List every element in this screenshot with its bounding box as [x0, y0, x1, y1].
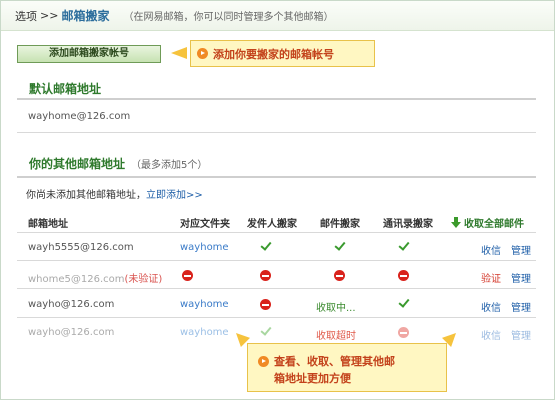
receive-mail-link[interactable]: 收信 [481, 327, 501, 342]
row-folder-link[interactable]: wayhome [180, 242, 229, 253]
row-address: whome5@126.com(未验证) [28, 270, 162, 285]
add-mailbox-account-button[interactable]: 添加邮箱搬家帐号 [17, 45, 161, 63]
breadcrumb-options-link[interactable]: 选项 [15, 8, 37, 24]
row-address: wayho@126.com [28, 327, 115, 338]
row-address: wayho@126.com [28, 299, 115, 310]
tip-callout-manage: 查看、收取、管理其他邮 箱地址更加方便 [247, 343, 447, 392]
check-icon [260, 326, 272, 339]
row-folder-link[interactable]: wayhome [180, 299, 229, 310]
fetch-all-mail-button[interactable]: 收取全部邮件 [451, 215, 524, 230]
default-address-heading: 默认邮箱地址 [29, 82, 102, 96]
manage-link[interactable]: 管理 [511, 270, 531, 285]
row-address-text: whome5@126.com [28, 274, 125, 285]
other-addresses-title: 你的其他邮箱地址 [29, 157, 126, 171]
play-bullet-icon [197, 48, 208, 59]
blocked-icon [182, 270, 193, 284]
default-address-value: wayhome@126.com [28, 111, 131, 122]
add-now-link[interactable]: 立即添加>> [146, 190, 203, 201]
mail-move-status: 收取中... [316, 303, 356, 314]
page-subtitle: （在网易邮箱，你可以同时管理多个其他邮箱） [123, 12, 334, 23]
divider [17, 98, 536, 100]
tip-callout-add-account: 添加你要搬家的邮箱帐号 [190, 40, 375, 67]
divider [17, 232, 536, 233]
column-header-address: 邮箱地址 [28, 219, 68, 230]
row-divider [17, 260, 536, 261]
unverified-badge: (未验证) [124, 274, 163, 285]
blocked-icon [398, 270, 409, 284]
other-addresses-heading: 你的其他邮箱地址 （最多添加5个） [29, 155, 207, 172]
verify-link[interactable]: 验证 [481, 270, 501, 285]
row-divider [17, 317, 536, 318]
manage-link[interactable]: 管理 [511, 327, 531, 342]
blocked-icon [398, 327, 409, 341]
row-folder-link[interactable]: wayhome [180, 327, 229, 338]
blocked-icon [334, 270, 345, 284]
manage-link[interactable]: 管理 [511, 299, 531, 314]
empty-prompt: 你尚未添加其他邮箱地址，立即添加>> [26, 186, 203, 201]
tip-text-manage-line1: 查看、收取、管理其他邮 [274, 355, 395, 368]
receive-mail-link[interactable]: 收信 [481, 299, 501, 314]
row-divider [17, 288, 536, 289]
page-title: 邮箱搬家 [61, 9, 110, 23]
breadcrumb-separator: >> [40, 9, 59, 22]
column-header-mail-move: 邮件搬家 [320, 219, 360, 230]
check-icon [398, 241, 410, 254]
manage-link[interactable]: 管理 [511, 242, 531, 257]
blocked-icon [260, 270, 271, 284]
mail-move-status: 收取超时 [316, 331, 356, 342]
breadcrumb: 选项 >> 邮箱搬家 （在网易邮箱，你可以同时管理多个其他邮箱） [1, 1, 554, 31]
empty-prompt-text: 你尚未添加其他邮箱地址， [26, 190, 146, 201]
column-header-contacts-move: 通讯录搬家 [383, 219, 433, 230]
receive-mail-link[interactable]: 收信 [481, 242, 501, 257]
play-bullet-icon [258, 356, 269, 367]
max-limit-note: （最多添加5个） [131, 160, 208, 171]
blocked-icon [260, 299, 271, 313]
check-icon [334, 241, 346, 254]
column-header-folder: 对应文件夹 [180, 219, 230, 230]
row-address: wayh5555@126.com [28, 242, 134, 253]
callout-arrow-left [171, 47, 187, 59]
check-icon [398, 298, 410, 311]
divider [17, 132, 536, 133]
column-header-sender-move: 发件人搬家 [247, 219, 297, 230]
tip-text-add-account: 添加你要搬家的邮箱帐号 [213, 47, 334, 61]
fetch-all-label: 收取全部邮件 [464, 219, 524, 230]
tip-text-manage-line2: 箱地址更加方便 [274, 372, 351, 385]
download-arrow-icon [451, 217, 461, 228]
check-icon [260, 241, 272, 254]
divider [17, 176, 536, 178]
